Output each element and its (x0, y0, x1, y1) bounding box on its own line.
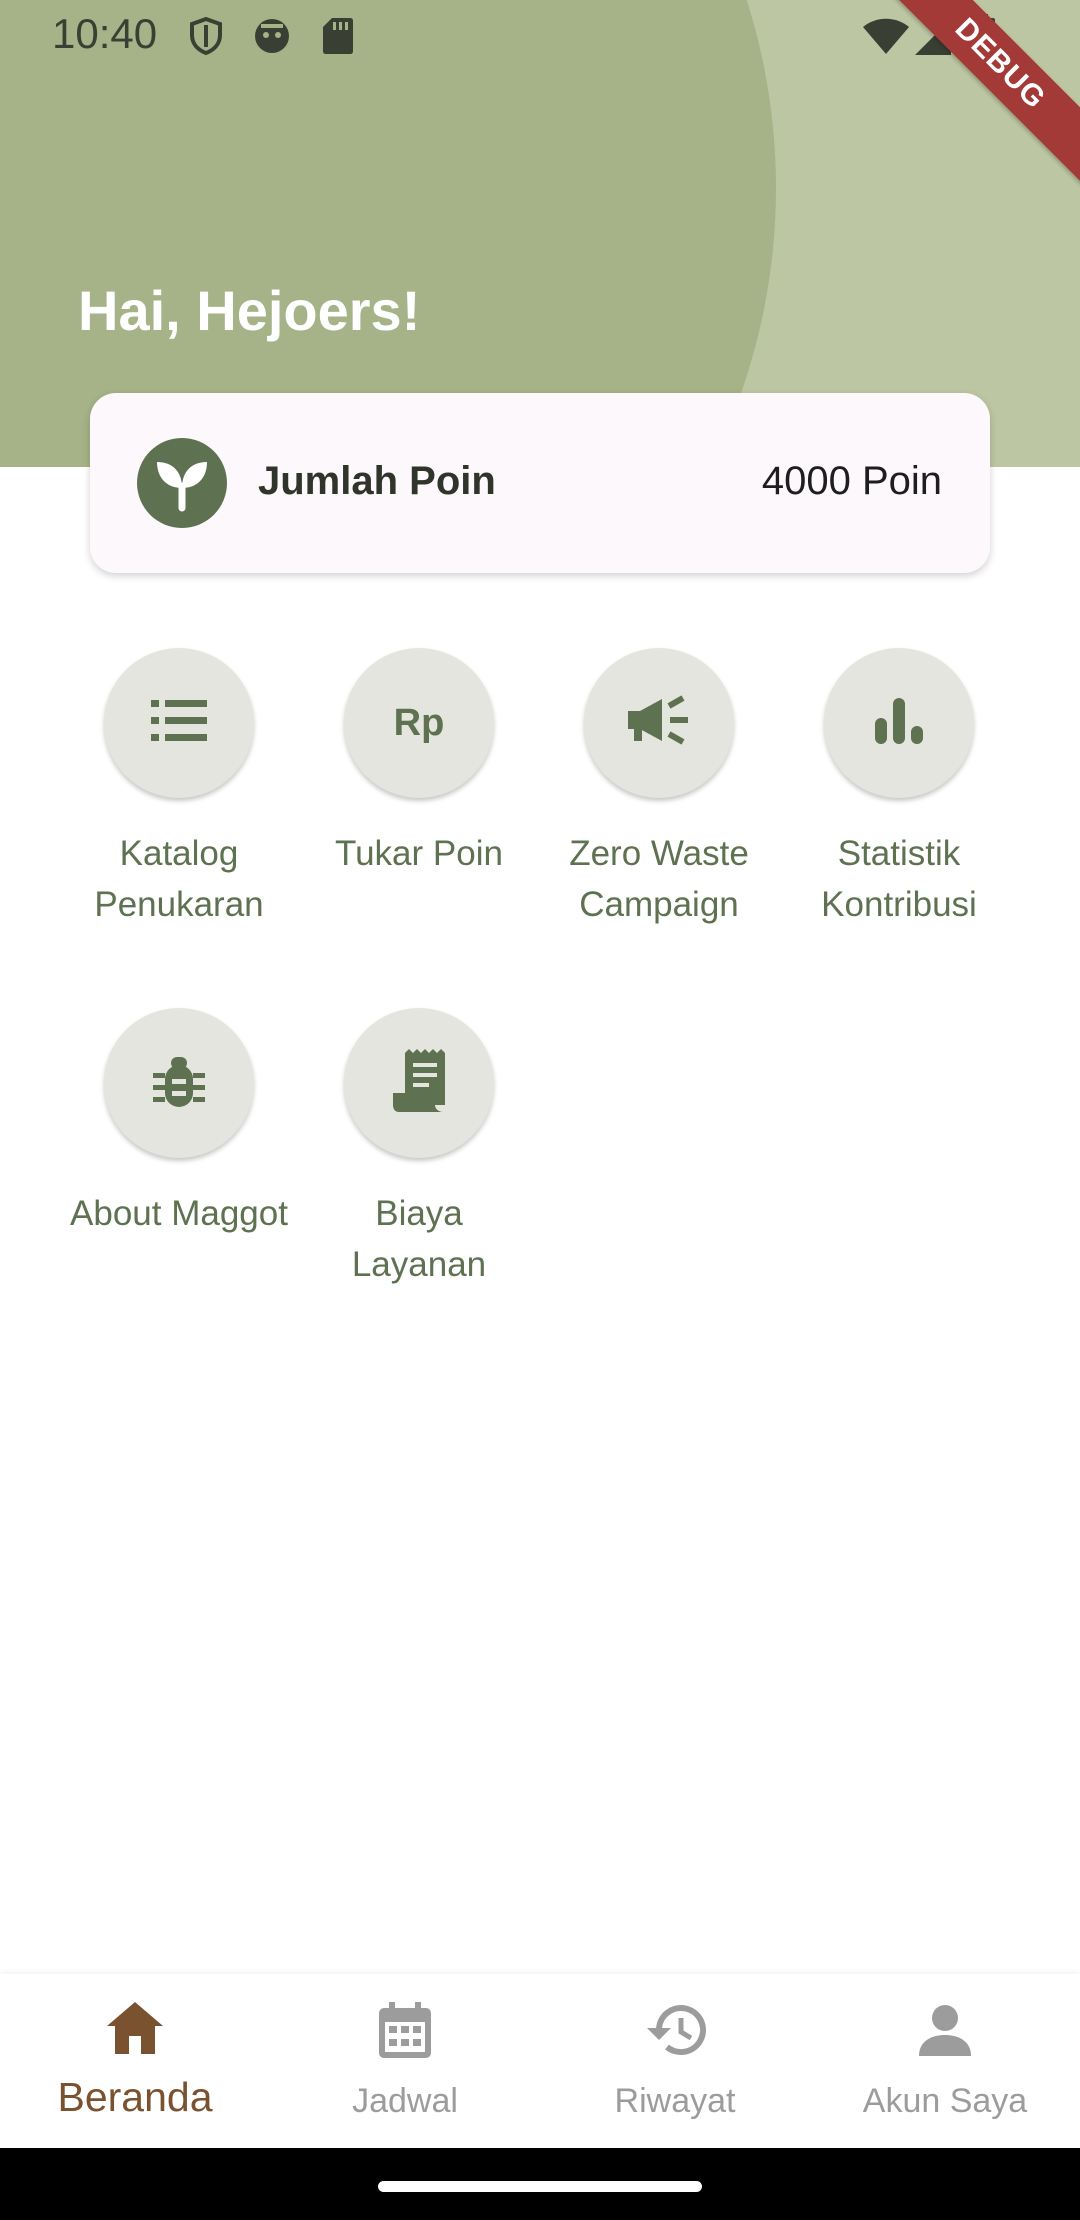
menu-label-line2: Penukaran (94, 885, 264, 924)
menu-label-line1: Zero Waste (569, 834, 749, 873)
greeting-title: Hai, Hejoers! (78, 279, 421, 342)
nav-beranda[interactable]: Beranda (0, 1974, 270, 2148)
home-gesture-handle[interactable] (378, 2181, 702, 2192)
bug-icon (151, 1051, 207, 1116)
person-icon (915, 2000, 975, 2065)
menu-label: Biaya Layanan (299, 1188, 539, 1290)
nav-label: Riwayat (614, 2082, 736, 2120)
bar-chart-icon (873, 696, 925, 751)
system-gesture-bar (0, 2148, 1080, 2220)
menu-circle[interactable] (344, 1008, 494, 1158)
nav-akun-saya[interactable]: Akun Saya (810, 1974, 1080, 2148)
history-icon (645, 2000, 709, 2065)
menu-label-line1: About Maggot (70, 1194, 288, 1233)
menu-label: Statistik Kontribusi (779, 828, 1019, 930)
points-label: Jumlah Poin (258, 459, 496, 503)
shield-icon (188, 16, 224, 61)
points-card[interactable]: Jumlah Poin 4000 Poin (90, 393, 990, 573)
menu-katalog-penukaran[interactable]: Katalog Penukaran (59, 648, 299, 930)
menu-label-line1: Katalog (119, 834, 239, 873)
menu-label: Tukar Poin (299, 828, 539, 879)
home-icon (105, 2000, 165, 2061)
nav-label: Beranda (57, 2074, 213, 2120)
menu-statistik-kontribusi[interactable]: Statistik Kontribusi (779, 648, 1019, 930)
points-value: 4000 Poin (761, 459, 942, 503)
wifi-icon (862, 18, 910, 61)
menu-circle[interactable] (104, 1008, 254, 1158)
sd-card-icon (322, 16, 354, 61)
menu-label-line2: Kontribusi (821, 885, 977, 924)
status-time: 10:40 (52, 10, 158, 57)
menu-zero-waste-campaign[interactable]: Zero Waste Campaign (539, 648, 779, 930)
menu-label-line1: Statistik (837, 834, 961, 873)
menu-label: Zero Waste Campaign (539, 828, 779, 930)
rupiah-icon: Rp (393, 701, 445, 744)
list-icon (149, 696, 209, 751)
nav-label: Akun Saya (862, 2082, 1028, 2120)
nav-riwayat[interactable]: Riwayat (540, 1974, 810, 2148)
menu-label-line2: Layanan (351, 1245, 487, 1284)
nav-label: Jadwal (352, 2082, 458, 2120)
menu-label-line1: Biaya (375, 1194, 463, 1233)
menu-label: Katalog Penukaran (59, 828, 299, 930)
menu-circle[interactable] (824, 648, 974, 798)
menu-label-line1: Tukar Poin (335, 834, 503, 873)
menu-biaya-layanan[interactable]: Biaya Layanan (299, 1008, 539, 1290)
menu-circle[interactable] (104, 648, 254, 798)
android-icon (252, 16, 292, 61)
menu-about-maggot[interactable]: About Maggot (59, 1008, 299, 1239)
nav-jadwal[interactable]: Jadwal (270, 1974, 540, 2148)
calendar-icon (375, 2000, 435, 2065)
megaphone-icon (626, 693, 692, 754)
menu-label-line2: Campaign (579, 885, 739, 924)
menu-circle[interactable]: Rp (344, 648, 494, 798)
menu-label: About Maggot (59, 1188, 299, 1239)
bottom-navigation: Beranda Jadwal Riwayat Akun Saya (0, 1974, 1080, 2148)
menu-tukar-poin[interactable]: Rp Tukar Poin (299, 648, 539, 879)
sprout-icon (137, 438, 227, 528)
menu-circle[interactable] (584, 648, 734, 798)
receipt-icon (391, 1048, 447, 1118)
